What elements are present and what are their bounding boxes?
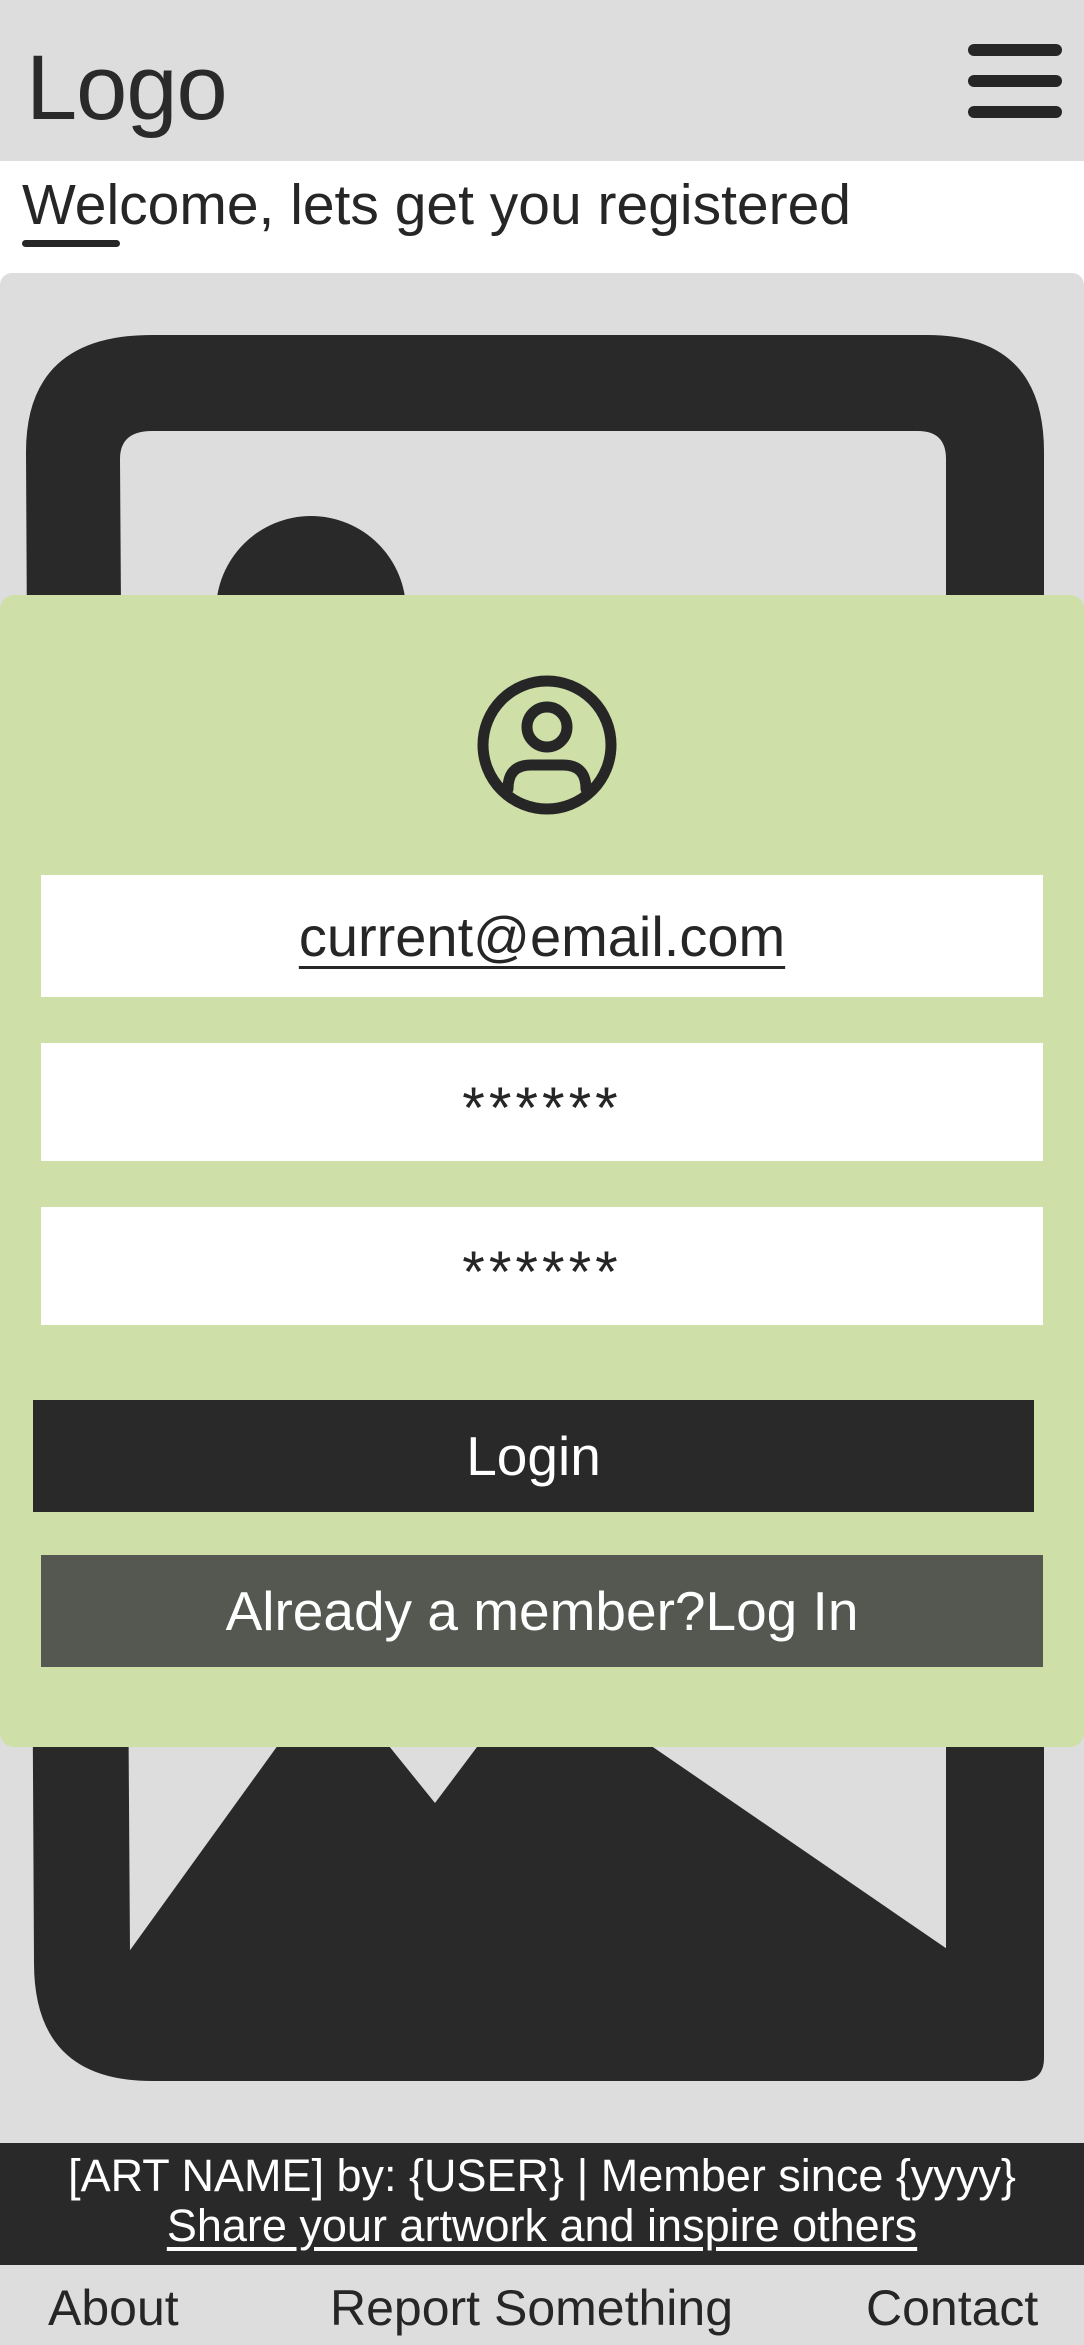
top-header: Logo — [0, 0, 1084, 161]
email-field[interactable] — [41, 875, 1043, 997]
login-button[interactable]: Login — [33, 1400, 1034, 1512]
user-avatar-icon — [477, 675, 617, 815]
password-field[interactable] — [41, 1043, 1043, 1161]
confirm-password-field[interactable] — [41, 1207, 1043, 1325]
logo[interactable]: Logo — [26, 28, 228, 148]
artwork-credit: [ART NAME] by: {USER} | Member since {yy… — [68, 2150, 1016, 2201]
hamburger-menu-icon[interactable] — [968, 44, 1062, 118]
share-artwork-link[interactable]: Share your artwork and inspire others — [167, 2200, 917, 2251]
nav-report-link[interactable]: Report Something — [330, 2278, 733, 2338]
nav-contact-link[interactable]: Contact — [866, 2278, 1038, 2338]
welcome-underline — [22, 240, 120, 247]
nav-about-link[interactable]: About — [48, 2278, 179, 2338]
welcome-heading: Welcome, lets get you registered — [22, 173, 852, 237]
already-member-login-button[interactable]: Already a member?Log In — [41, 1555, 1043, 1667]
artwork-footer: [ART NAME] by: {USER} | Member since {yy… — [0, 2143, 1084, 2265]
